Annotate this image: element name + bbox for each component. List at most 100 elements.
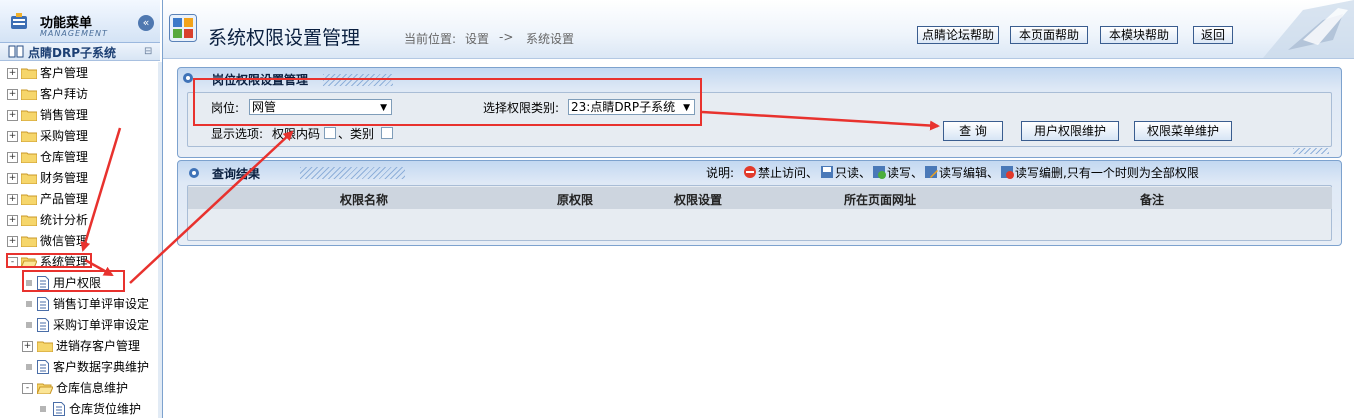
tree-item-sales-order-review[interactable]: 销售订单评审设定 [22, 294, 158, 314]
option-code-label: 权限内码 [272, 127, 321, 141]
handshake-decoration [1263, 0, 1354, 58]
tree-item-warehouse[interactable]: + 仓库管理 [0, 147, 158, 167]
expand-icon[interactable]: + [7, 215, 18, 226]
collapse-icon[interactable]: - [22, 383, 33, 394]
expand-icon[interactable]: + [7, 173, 18, 184]
page-header: 系统权限设置管理 当前位置: 设置 -> 系统设置 点睛论坛帮助 本页面帮助 本… [163, 0, 1354, 59]
option-category-label: 、类别 [338, 127, 375, 141]
expand-icon[interactable]: + [7, 89, 18, 100]
user-permission-button[interactable]: 用户权限维护 [1021, 121, 1119, 141]
tree-item-label: 客户管理 [40, 66, 89, 80]
legend-read-write-edit: 读写编辑、 [939, 166, 1000, 180]
menu-subtitle: MANAGEMENT [40, 29, 108, 38]
option-category-checkbox[interactable] [381, 127, 393, 139]
tree-item-statistics[interactable]: + 统计分析 [0, 210, 158, 230]
tree-item-label: 财务管理 [40, 171, 89, 185]
tree-item-finance[interactable]: + 财务管理 [0, 168, 158, 188]
legend-read-write: 读写、 [887, 166, 924, 180]
tree-item-label: 采购管理 [40, 129, 89, 143]
tree-item-label: 销售管理 [40, 108, 89, 122]
expand-icon[interactable]: + [7, 110, 18, 121]
tree-item-product[interactable]: + 产品管理 [0, 189, 158, 209]
result-panel-title: 查询结果 [212, 167, 261, 181]
tree-item-purchase[interactable]: + 采购管理 [0, 126, 158, 146]
menu-icon [11, 13, 27, 29]
expand-icon[interactable]: + [7, 152, 18, 163]
display-options-label: 显示选项: [211, 127, 264, 141]
option-code-checkbox[interactable] [324, 127, 336, 139]
page-title: 系统权限设置管理 [208, 27, 361, 49]
annotation-box-system [6, 253, 92, 268]
tree-line-icon [26, 301, 32, 307]
expand-icon[interactable]: + [7, 236, 18, 247]
tree-item-warehouse-info[interactable]: - 仓库信息维护 [22, 378, 158, 398]
tree-item-customer-visit[interactable]: + 客户拜访 [0, 84, 158, 104]
tree-line-icon [26, 322, 32, 328]
folder-icon [21, 152, 37, 163]
settings-app-icon [169, 14, 197, 42]
query-button[interactable]: 查 询 [943, 121, 1003, 141]
folder-icon [21, 131, 37, 142]
expand-icon[interactable]: + [7, 131, 18, 142]
tree-item-label: 仓库信息维护 [56, 381, 129, 395]
folder-icon [37, 341, 53, 352]
legend-read-only: 只读、 [835, 166, 872, 180]
tree-item-inventory-customer[interactable]: + 进销存客户管理 [22, 336, 158, 356]
page-help-button[interactable]: 本页面帮助 [1010, 26, 1088, 44]
column-permission-setting: 权限设置 [674, 193, 723, 207]
tree-item-label: 统计分析 [40, 213, 89, 227]
document-icon [53, 402, 65, 416]
hatch-decoration [1293, 148, 1329, 154]
document-icon [37, 318, 49, 332]
tree-item-label: 仓库管理 [40, 150, 89, 164]
annotation-box-form [193, 78, 702, 126]
folder-icon [21, 89, 37, 100]
folder-icon [21, 194, 37, 205]
breadcrumb-prefix: 当前位置: [404, 32, 457, 46]
system-bar: 点睛DRP子系统 ⊟ [0, 43, 160, 61]
sidebar-header: 功能菜单 MANAGEMENT « [0, 0, 160, 43]
tree-item-sales[interactable]: + 销售管理 [0, 105, 158, 125]
tree-item-warehouse-location[interactable]: 仓库货位维护 [38, 399, 158, 419]
folder-icon [21, 173, 37, 184]
tree-item-label: 产品管理 [40, 192, 89, 206]
column-original-permission: 原权限 [557, 193, 594, 207]
read-only-icon [821, 166, 833, 178]
module-help-button[interactable]: 本模块帮助 [1100, 26, 1178, 44]
tree-item-purchase-order-review[interactable]: 采购订单评审设定 [22, 315, 158, 335]
breadcrumb-system-settings: 系统设置 [526, 32, 575, 46]
system-name: 点睛DRP子系统 [28, 46, 116, 60]
read-write-delete-icon [1001, 166, 1014, 179]
tree-item-label: 进销存客户管理 [56, 339, 141, 353]
system-toggle-icon[interactable]: ⊟ [144, 46, 152, 57]
sidebar: 功能菜单 MANAGEMENT « 点睛DRP子系统 ⊟ + 客户管理 + 客户… [0, 0, 163, 418]
folder-icon [21, 215, 37, 226]
result-table-header: 权限名称 原权限 权限设置 所在页面网址 备注 [188, 187, 1332, 209]
tree-item-customer[interactable]: + 客户管理 [0, 63, 158, 83]
document-icon [37, 360, 49, 374]
column-remark: 备注 [1140, 193, 1165, 207]
tree-item-label: 仓库货位维护 [69, 402, 142, 416]
tree-item-label: 客户拜访 [40, 87, 89, 101]
book-icon [8, 45, 24, 58]
folder-icon [21, 110, 37, 121]
tree-item-wechat[interactable]: + 微信管理 [0, 231, 158, 251]
column-page-url: 所在页面网址 [844, 193, 917, 207]
sidebar-scrollbar[interactable] [158, 62, 162, 418]
legend-prefix: 说明: [706, 166, 735, 180]
expand-icon[interactable]: + [7, 194, 18, 205]
back-button[interactable]: 返回 [1193, 26, 1233, 44]
breadcrumb-settings[interactable]: 设置 [465, 30, 489, 47]
bullet-icon [189, 168, 199, 178]
expand-icon[interactable]: + [7, 68, 18, 79]
no-access-icon [744, 166, 756, 178]
forum-help-button[interactable]: 点睛论坛帮助 [917, 26, 999, 44]
permission-menu-button[interactable]: 权限菜单维护 [1134, 121, 1232, 141]
tree-item-label: 销售订单评审设定 [53, 297, 150, 311]
tree-item-label: 微信管理 [40, 234, 89, 248]
tree-item-customer-dictionary[interactable]: 客户数据字典维护 [22, 357, 158, 377]
collapse-sidebar-button[interactable]: « [138, 15, 154, 31]
document-icon [37, 297, 49, 311]
expand-icon[interactable]: + [22, 341, 33, 352]
column-permission-name: 权限名称 [340, 193, 389, 207]
